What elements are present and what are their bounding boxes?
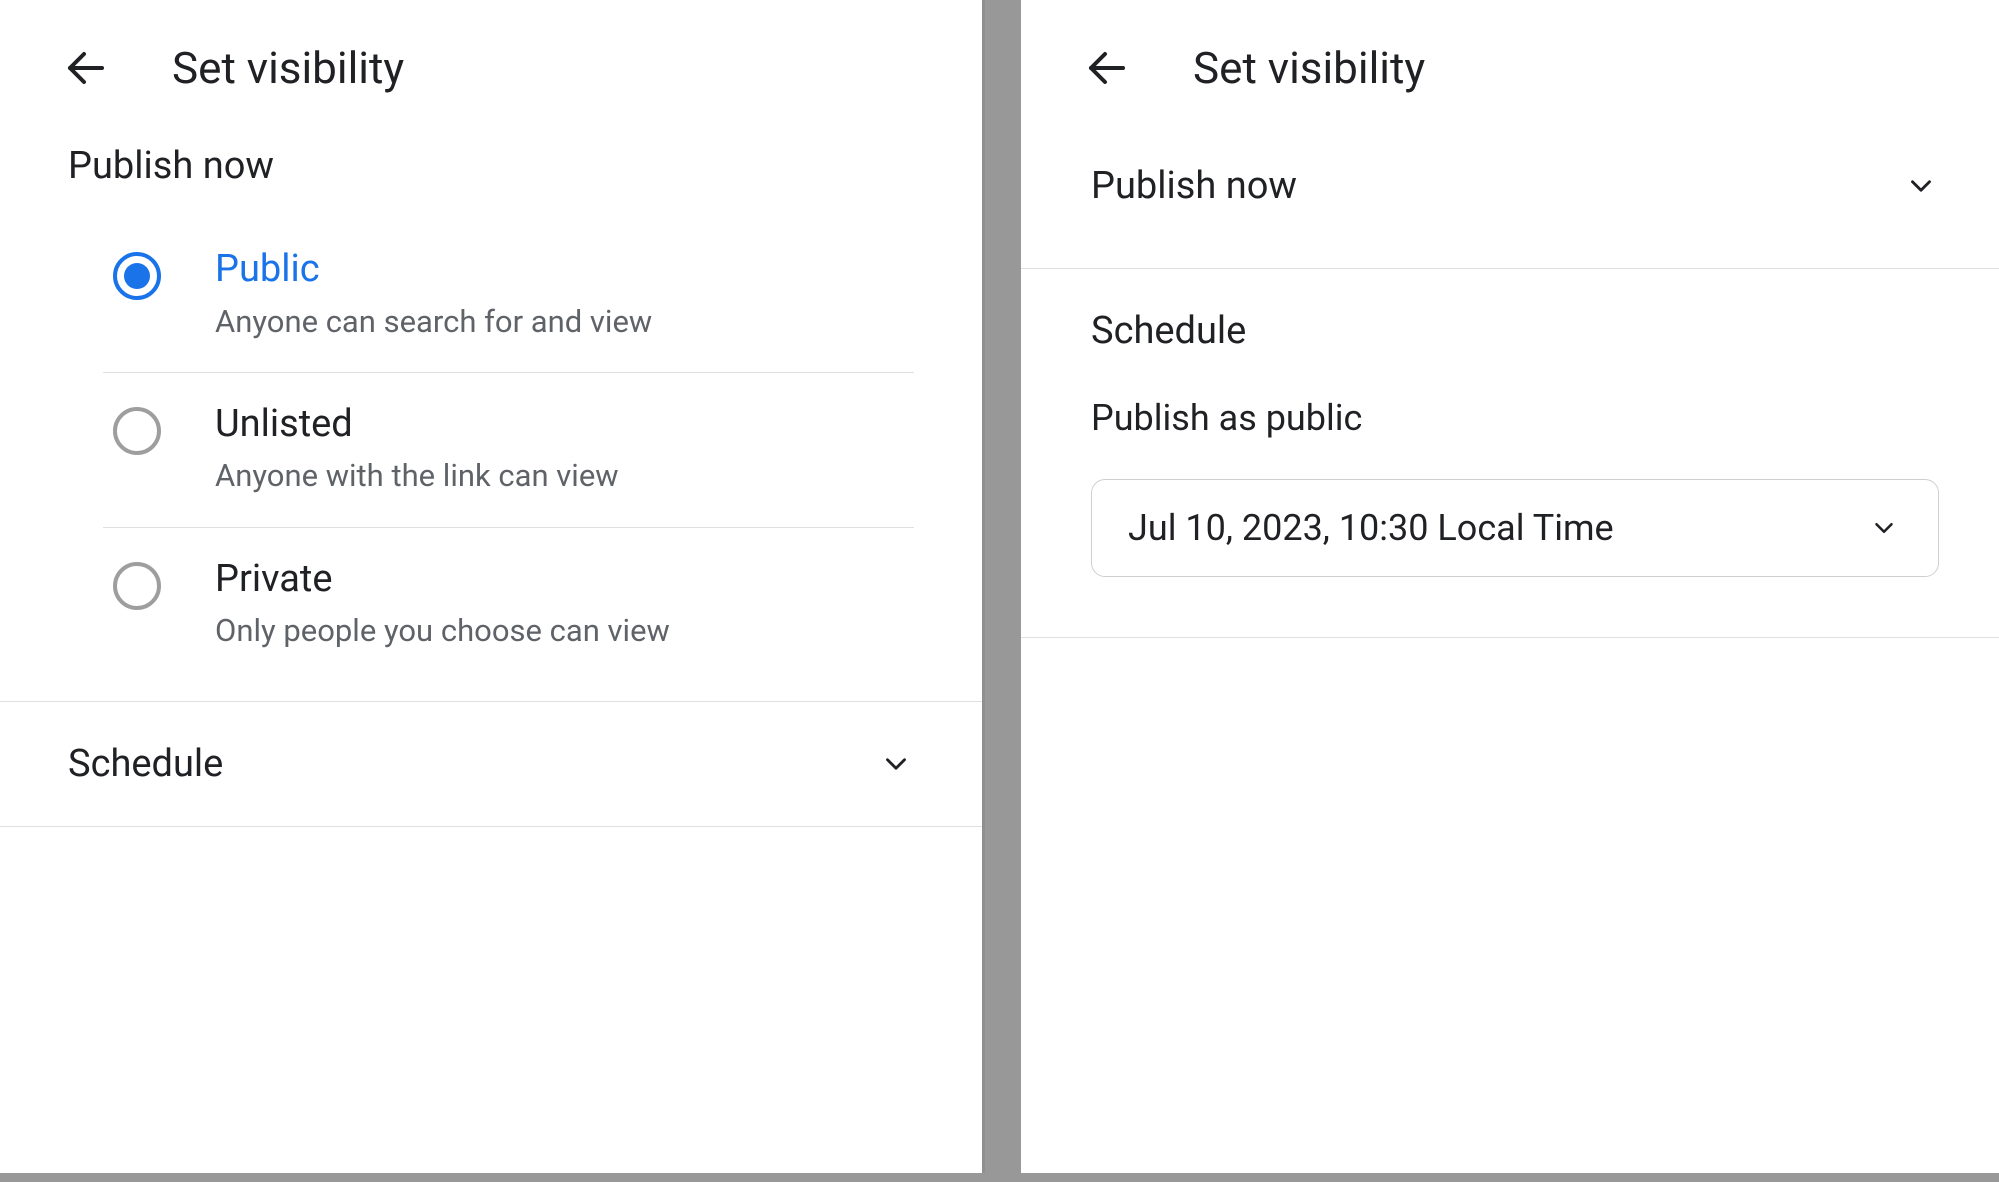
visibility-panel-radio: Set visibility Publish now Public Anyone…: [0, 0, 985, 1173]
schedule-label: Schedule: [1091, 309, 1939, 353]
radio-icon: [113, 252, 161, 300]
option-text: Unlisted Anyone with the link can view: [215, 401, 914, 497]
visibility-options: Public Anyone can search for and view Un…: [103, 218, 914, 681]
schedule-datetime-dropdown[interactable]: Jul 10, 2023, 10:30 Local Time: [1091, 479, 1939, 577]
option-title: Unlisted: [215, 401, 914, 449]
chevron-down-icon: [878, 746, 914, 782]
radio-icon: [113, 407, 161, 455]
schedule-section: Schedule Publish as public Jul 10, 2023,…: [1021, 269, 1999, 638]
schedule-label: Schedule: [68, 742, 223, 786]
publish-as-label: Publish as public: [1091, 397, 1939, 439]
option-text: Private Only people you choose can view: [215, 556, 914, 652]
option-text: Public Anyone can search for and view: [215, 246, 914, 342]
option-public[interactable]: Public Anyone can search for and view: [103, 218, 914, 373]
page-title: Set visibility: [172, 42, 404, 94]
page-title: Set visibility: [1193, 42, 1425, 94]
publish-now-collapsed-row[interactable]: Publish now: [1021, 124, 1999, 269]
back-arrow-icon[interactable]: [1081, 42, 1133, 94]
option-title: Private: [215, 556, 914, 604]
visibility-panel-schedule: Set visibility Publish now Schedule Publ…: [1021, 0, 1999, 1173]
publish-now-section: Publish now Public Anyone can search for…: [0, 124, 982, 701]
panel-gap: [985, 0, 1021, 1173]
header: Set visibility: [1021, 0, 1999, 124]
schedule-collapsed-row[interactable]: Schedule: [0, 701, 982, 827]
schedule-datetime-value: Jul 10, 2023, 10:30 Local Time: [1128, 507, 1614, 549]
publish-now-label: Publish now: [1091, 164, 1297, 208]
option-subtitle: Only people you choose can view: [215, 611, 914, 651]
option-title: Public: [215, 246, 914, 294]
option-subtitle: Anyone can search for and view: [215, 302, 914, 342]
option-subtitle: Anyone with the link can view: [215, 456, 914, 496]
chevron-down-icon: [1903, 168, 1939, 204]
radio-icon: [113, 562, 161, 610]
publish-now-label: Publish now: [68, 144, 914, 188]
back-arrow-icon[interactable]: [60, 42, 112, 94]
header: Set visibility: [0, 0, 982, 124]
option-private[interactable]: Private Only people you choose can view: [103, 528, 914, 682]
option-unlisted[interactable]: Unlisted Anyone with the link can view: [103, 373, 914, 528]
chevron-down-icon: [1866, 510, 1902, 546]
